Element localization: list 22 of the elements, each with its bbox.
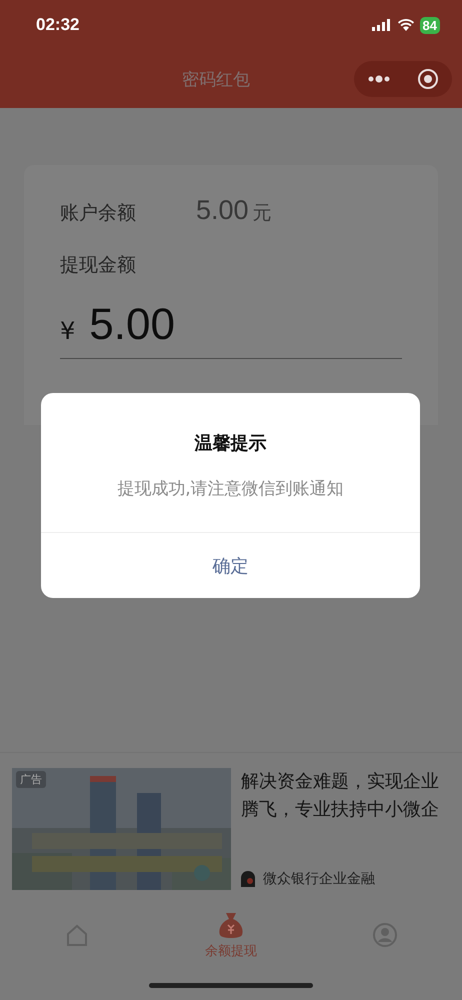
close-icon[interactable] (417, 68, 439, 90)
balance-label: 账户余额 (60, 201, 137, 226)
page-title: 密码红包 (182, 68, 250, 90)
ad-headline[interactable]: 解决资金难题，实现企业腾飞，专业扶持中小微企 (241, 768, 450, 824)
dialog-title: 温馨提示 (194, 432, 266, 455)
status-time: 02:32 (36, 15, 80, 35)
dialog-message: 提现成功,请注意微信到账通知 (117, 478, 344, 500)
confirm-button[interactable]: 确定 (41, 532, 420, 598)
wifi-icon (398, 19, 414, 31)
signal-icon (372, 19, 392, 31)
battery-level: 84 (420, 16, 440, 34)
balance-amount: 5.00 (196, 195, 249, 226)
balance-unit: 元 (252, 201, 272, 226)
amount-field[interactable]: ¥ 5.00 (60, 300, 402, 359)
person-icon (372, 922, 398, 948)
home-icon (64, 922, 90, 948)
more-icon[interactable] (367, 75, 391, 83)
ad-badge: 广告 (16, 771, 46, 788)
bank-logo-icon (241, 871, 255, 887)
capsule-menu[interactable] (354, 61, 452, 97)
advertiser-name: 微众银行企业金融 (263, 870, 375, 888)
withdraw-label: 提现金额 (60, 253, 137, 278)
